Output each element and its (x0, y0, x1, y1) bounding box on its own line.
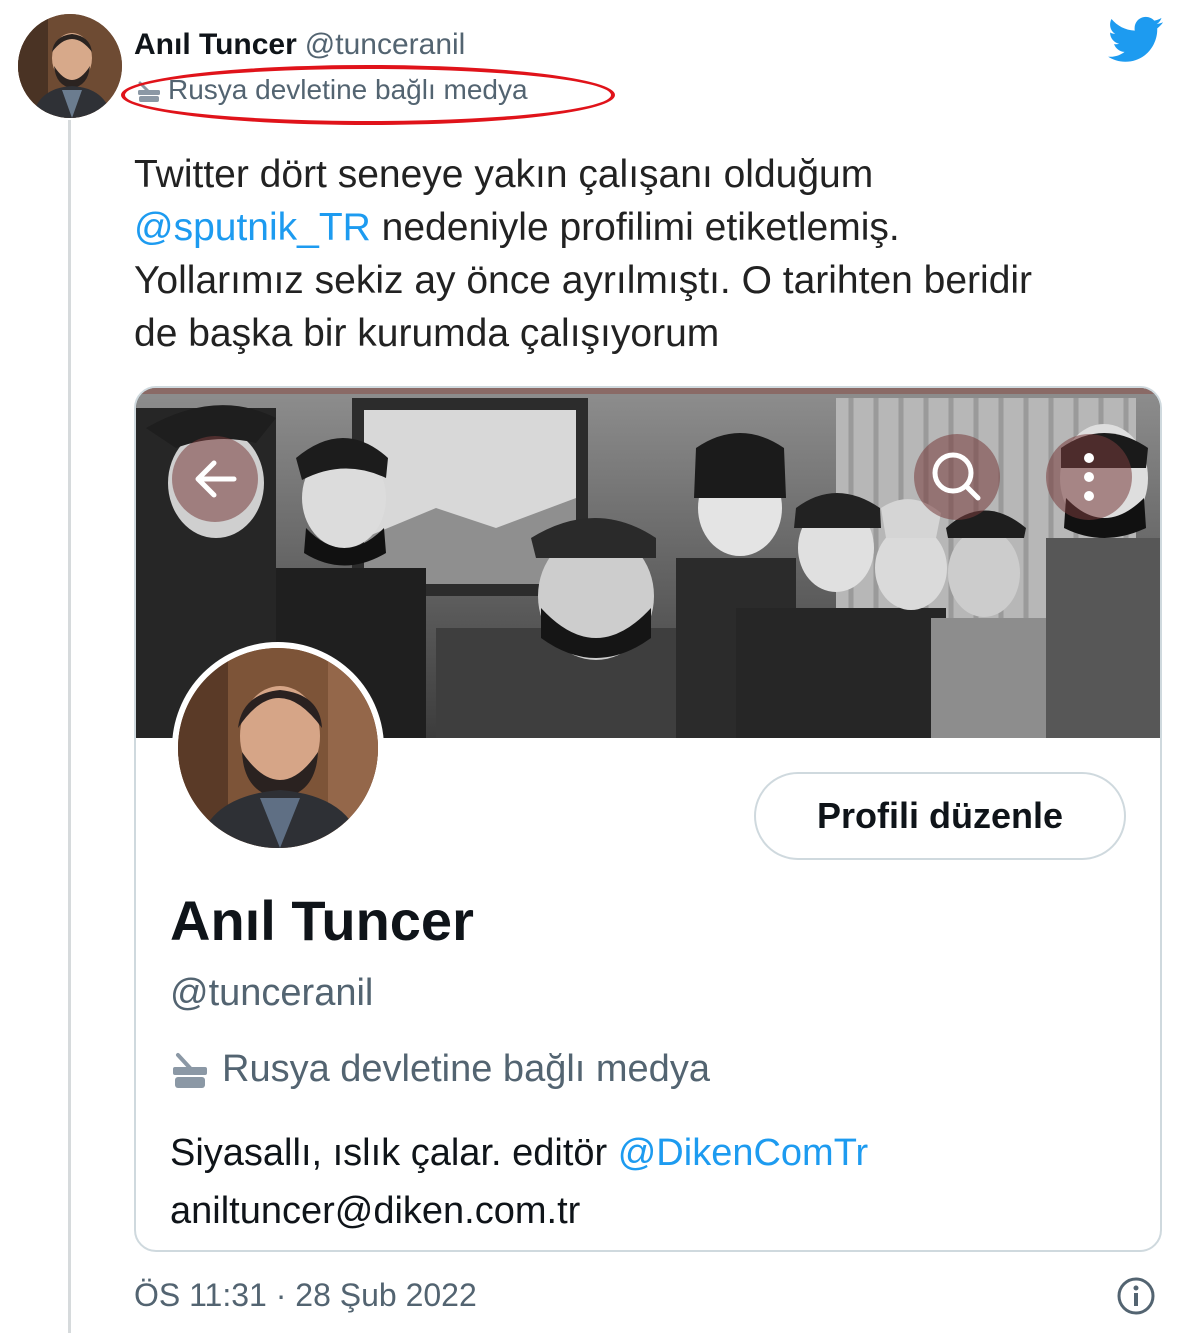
author-handle[interactable]: @tunceranil (305, 28, 466, 61)
thread-line (68, 120, 71, 1333)
info-icon[interactable] (1116, 1276, 1156, 1316)
profile-avatar[interactable] (172, 642, 384, 854)
back-arrow-icon (195, 460, 237, 498)
bio-email[interactable]: aniltuncer@diken.com.tr (170, 1182, 868, 1240)
profile-state-media-label[interactable]: Rusya devletine bağlı medya (170, 1048, 710, 1091)
tweet-text-fragment: nedeniyle profilimi etiketlemiş. (370, 206, 900, 249)
tweet-text-line: @sputnik_TR nedeniyle profilimi etiketle… (134, 201, 1174, 254)
red-highlight-oval (121, 65, 615, 125)
bio-text: Siyasallı, ıslık çalar. editör (170, 1132, 618, 1174)
mention-link[interactable]: @sputnik_TR (134, 206, 371, 249)
tweet-text-line: de başka bir kurumda çalışıyorum (134, 312, 720, 355)
edit-profile-button[interactable]: Profili düzenle (754, 772, 1126, 860)
search-button[interactable] (914, 434, 1000, 520)
tweet-timestamp[interactable]: ÖS 11:31 · 28 Şub 2022 (134, 1277, 477, 1314)
more-button[interactable] (1046, 434, 1132, 520)
tweet-text: Twitter dört seneye yakın çalışanı olduğ… (134, 148, 1174, 360)
more-vertical-icon (1084, 453, 1094, 501)
tweet-text-line: Yollarımız sekiz ay önce ayrılmıştı. O t… (134, 259, 1033, 302)
back-button[interactable] (172, 436, 258, 522)
author-row: Anıl Tuncer @tunceranil (134, 28, 465, 62)
author-name[interactable]: Anıl Tuncer (134, 28, 297, 61)
author-avatar[interactable] (18, 14, 122, 118)
tweet-text-line: Twitter dört seneye yakın çalışanı olduğ… (134, 153, 874, 196)
search-icon (932, 452, 981, 501)
profile-name: Anıl Tuncer (170, 889, 474, 952)
twitter-bird-icon[interactable] (1108, 16, 1164, 64)
profile-bio: Siyasallı, ıslık çalar. editör @DikenCom… (170, 1124, 868, 1240)
profile-handle: @tunceranil (170, 972, 374, 1014)
bio-line: Siyasallı, ıslık çalar. editör @DikenCom… (170, 1124, 868, 1182)
profile-state-media-label-text: Rusya devletine bağlı medya (222, 1048, 710, 1090)
state-media-icon (173, 1052, 207, 1088)
bio-mention-link[interactable]: @DikenComTr (618, 1132, 868, 1174)
profile-screenshot-card[interactable]: Profili düzenle Anıl Tuncer @tunceranil … (134, 386, 1162, 1252)
